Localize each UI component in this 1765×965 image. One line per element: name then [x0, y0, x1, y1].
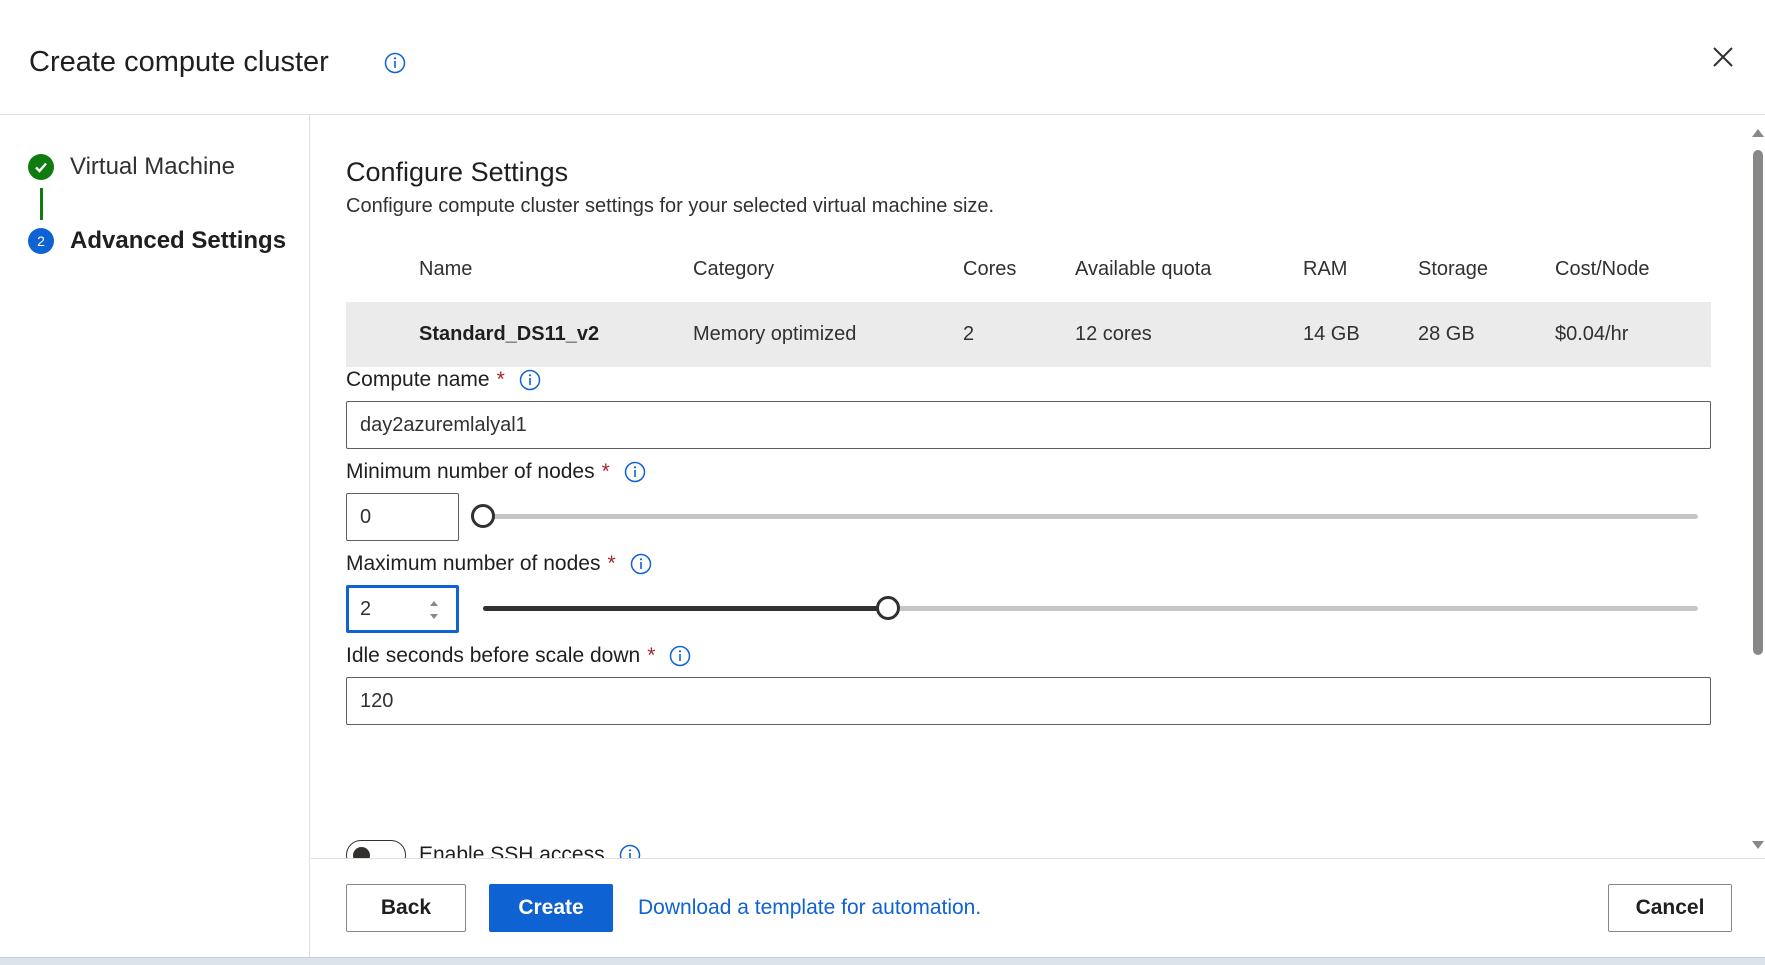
- step-virtual-machine[interactable]: Virtual Machine: [28, 153, 235, 181]
- vm-quota: 12 cores: [1075, 323, 1152, 345]
- spin-arrows-icon[interactable]: [428, 597, 440, 623]
- min-nodes-slider[interactable]: [471, 504, 1698, 528]
- step-connector: [40, 188, 43, 220]
- required-marker: *: [601, 460, 610, 483]
- label-text: Maximum number of nodes: [346, 552, 601, 575]
- info-icon[interactable]: [630, 553, 652, 575]
- step-number-badge: 2: [28, 228, 54, 254]
- info-icon[interactable]: [519, 369, 541, 391]
- max-nodes-label: Maximum number of nodes *: [346, 552, 652, 576]
- step-label: Virtual Machine: [70, 153, 235, 180]
- info-icon[interactable]: [384, 52, 406, 79]
- ssh-toggle[interactable]: [346, 840, 406, 858]
- step-advanced-settings[interactable]: 2 Advanced Settings: [28, 227, 286, 255]
- info-icon[interactable]: [619, 844, 641, 858]
- scrollbar-thumb[interactable]: [1753, 150, 1763, 655]
- slider-thumb[interactable]: [471, 504, 495, 528]
- compute-name-label: Compute name *: [346, 368, 541, 392]
- compute-name-input[interactable]: [346, 401, 1711, 449]
- vm-cores: 2: [963, 323, 975, 345]
- column-header-storage: Storage: [1418, 258, 1489, 280]
- slider-track: [483, 514, 1698, 519]
- idle-seconds-input[interactable]: [346, 677, 1711, 725]
- vertical-scrollbar[interactable]: [1750, 125, 1765, 850]
- dialog-footer: Back Create Download a template for auto…: [311, 858, 1765, 957]
- min-nodes-label: Minimum number of nodes *: [346, 460, 646, 484]
- min-nodes-input[interactable]: [346, 493, 459, 541]
- vm-cost: $0.04/hr: [1555, 323, 1629, 345]
- required-marker: *: [607, 552, 616, 575]
- back-button[interactable]: Back: [346, 884, 466, 932]
- vm-name: Standard_DS11_v2: [419, 323, 600, 345]
- required-marker: *: [496, 368, 505, 391]
- info-icon[interactable]: [624, 461, 646, 483]
- label-text: Compute name: [346, 368, 490, 391]
- step-label: Advanced Settings: [70, 227, 287, 254]
- required-marker: *: [647, 644, 656, 667]
- column-header-category: Category: [693, 258, 775, 280]
- main-content: Configure Settings Configure compute clu…: [311, 115, 1750, 858]
- ssh-toggle-row: Enable SSH access: [346, 840, 641, 858]
- wizard-steps: Virtual Machine 2 Advanced Settings: [0, 115, 310, 957]
- toggle-knob: [353, 847, 370, 858]
- column-header-name: Name: [419, 258, 473, 280]
- selected-vm-table: Name Category Cores Available quota RAM …: [346, 237, 1711, 367]
- max-nodes-slider[interactable]: [483, 596, 1698, 620]
- section-description: Configure compute cluster settings for y…: [346, 195, 995, 217]
- info-icon[interactable]: [669, 645, 691, 667]
- close-icon[interactable]: [1710, 44, 1736, 70]
- slider-thumb[interactable]: [876, 596, 900, 620]
- column-header-quota: Available quota: [1075, 258, 1212, 280]
- vm-ram: 14 GB: [1303, 323, 1360, 345]
- table-row: Standard_DS11_v2 Memory optimized 2 12 c…: [346, 302, 1711, 367]
- create-button[interactable]: Create: [489, 884, 613, 932]
- label-text: Minimum number of nodes: [346, 460, 595, 483]
- dialog-header: Create compute cluster: [0, 0, 1765, 115]
- checkmark-icon: [28, 154, 54, 180]
- column-header-cost: Cost/Node: [1555, 258, 1650, 280]
- create-compute-cluster-dialog: Create compute cluster Virtual Machine 2…: [0, 0, 1765, 965]
- label-text: Idle seconds before scale down: [346, 644, 641, 667]
- window-bottom-edge: [0, 957, 1765, 965]
- section-title: Configure Settings: [346, 157, 569, 187]
- cancel-button[interactable]: Cancel: [1608, 884, 1732, 932]
- scroll-down-arrow-icon[interactable]: [1752, 837, 1764, 855]
- vm-category: Memory optimized: [693, 323, 857, 345]
- download-template-link[interactable]: Download a template for automation.: [638, 896, 981, 920]
- slider-fill: [483, 606, 888, 611]
- column-header-cores: Cores: [963, 258, 1017, 280]
- table-header-row: Name Category Cores Available quota RAM …: [346, 237, 1711, 302]
- column-header-ram: RAM: [1303, 258, 1348, 280]
- max-nodes-input[interactable]: [346, 585, 459, 633]
- idle-seconds-label: Idle seconds before scale down *: [346, 644, 691, 668]
- scroll-up-arrow-icon[interactable]: [1752, 125, 1764, 143]
- dialog-title: Create compute cluster: [29, 46, 329, 78]
- vm-storage: 28 GB: [1418, 323, 1475, 345]
- ssh-label: Enable SSH access: [419, 843, 605, 858]
